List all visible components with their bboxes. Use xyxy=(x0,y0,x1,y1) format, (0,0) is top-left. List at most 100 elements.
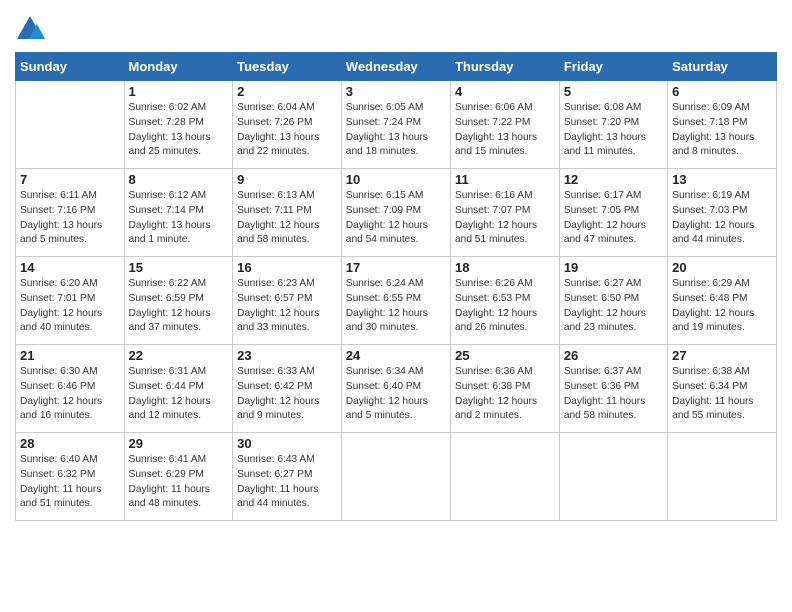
weekday-header-monday: Monday xyxy=(124,53,233,81)
weekday-header-row: SundayMondayTuesdayWednesdayThursdayFrid… xyxy=(16,53,777,81)
day-info: Sunrise: 6:23 AM Sunset: 6:57 PM Dayligh… xyxy=(237,277,337,336)
calendar-cell: 21Sunrise: 6:30 AM Sunset: 6:46 PM Dayli… xyxy=(16,345,125,433)
calendar-cell: 5Sunrise: 6:08 AM Sunset: 7:20 PM Daylig… xyxy=(559,81,667,169)
calendar-cell: 7Sunrise: 6:11 AM Sunset: 7:16 PM Daylig… xyxy=(16,169,125,257)
calendar-cell: 6 Sunrise: 6:09 AM Sunset: 7:18 PM Daylig… xyxy=(668,81,777,169)
calendar-cell: 24 Sunrise: 6:34 AM Sunset: 6:40 PM Dayli… xyxy=(341,345,450,433)
day-info: Sunrise: 6:26 AM Sunset: 6:53 PM Dayligh… xyxy=(455,277,555,336)
day-number: 22 xyxy=(129,348,229,363)
day-info: Sunrise: 6:30 AM Sunset: 6:46 PM Dayligh… xyxy=(20,365,120,424)
calendar-cell: 20 Sunrise: 6:29 AM Sunset: 6:48 PM Dayli… xyxy=(668,257,777,345)
day-number: 12 xyxy=(564,172,663,187)
day-info: Sunrise: 6:22 AM Sunset: 6:59 PM Dayligh… xyxy=(129,277,229,336)
day-info: Sunrise: 6:09 AM Sunset: 7:18 PM Dayligh… xyxy=(672,101,772,160)
day-number: 18 xyxy=(455,260,555,275)
day-info: Sunrise: 6:16 AM Sunset: 7:07 PM Dayligh… xyxy=(455,189,555,248)
day-info: Sunrise: 6:11 AM Sunset: 7:16 PM Dayligh… xyxy=(20,189,120,248)
calendar-cell: 26 Sunrise: 6:37 AM Sunset: 6:36 PM Dayli… xyxy=(559,345,667,433)
calendar-cell: 1 Sunrise: 6:02 AM Sunset: 7:28 PM Daylig… xyxy=(124,81,233,169)
day-number: 8 xyxy=(129,172,229,187)
day-number: 1 xyxy=(129,84,229,99)
calendar-cell xyxy=(450,433,559,521)
day-number: 19 xyxy=(564,260,663,275)
calendar-cell: 3 Sunrise: 6:05 AM Sunset: 7:24 PM Daylig… xyxy=(341,81,450,169)
day-info: Sunrise: 6:17 AM Sunset: 7:05 PM Dayligh… xyxy=(564,189,663,248)
calendar-cell xyxy=(16,81,125,169)
day-number: 26 xyxy=(564,348,663,363)
day-number: 4 xyxy=(455,84,555,99)
calendar-cell: 9 Sunrise: 6:13 AM Sunset: 7:11 PM Daylig… xyxy=(233,169,342,257)
calendar-week-row: 7Sunrise: 6:11 AM Sunset: 7:16 PM Daylig… xyxy=(16,169,777,257)
logo-icon xyxy=(15,14,45,44)
day-info: Sunrise: 6:12 AM Sunset: 7:14 PM Dayligh… xyxy=(129,189,229,248)
day-info: Sunrise: 6:33 AM Sunset: 6:42 PM Dayligh… xyxy=(237,365,337,424)
day-number: 14 xyxy=(20,260,120,275)
calendar-table: SundayMondayTuesdayWednesdayThursdayFrid… xyxy=(15,52,777,521)
day-info: Sunrise: 6:20 AM Sunset: 7:01 PM Dayligh… xyxy=(20,277,120,336)
calendar-cell: 12 Sunrise: 6:17 AM Sunset: 7:05 PM Dayli… xyxy=(559,169,667,257)
day-number: 9 xyxy=(237,172,337,187)
day-info: Sunrise: 6:34 AM Sunset: 6:40 PM Dayligh… xyxy=(346,365,446,424)
calendar-cell xyxy=(559,433,667,521)
calendar-cell: 10 Sunrise: 6:15 AM Sunset: 7:09 PM Dayli… xyxy=(341,169,450,257)
day-info: Sunrise: 6:15 AM Sunset: 7:09 PM Dayligh… xyxy=(346,189,446,248)
calendar-cell: 15Sunrise: 6:22 AM Sunset: 6:59 PM Dayli… xyxy=(124,257,233,345)
calendar-cell xyxy=(668,433,777,521)
day-number: 6 xyxy=(672,84,772,99)
day-info: Sunrise: 6:36 AM Sunset: 6:38 PM Dayligh… xyxy=(455,365,555,424)
day-number: 10 xyxy=(346,172,446,187)
day-number: 17 xyxy=(346,260,446,275)
logo xyxy=(15,14,49,44)
weekday-header-sunday: Sunday xyxy=(16,53,125,81)
calendar-week-row: 21Sunrise: 6:30 AM Sunset: 6:46 PM Dayli… xyxy=(16,345,777,433)
day-info: Sunrise: 6:27 AM Sunset: 6:50 PM Dayligh… xyxy=(564,277,663,336)
day-number: 24 xyxy=(346,348,446,363)
day-info: Sunrise: 6:29 AM Sunset: 6:48 PM Dayligh… xyxy=(672,277,772,336)
calendar-cell: 18 Sunrise: 6:26 AM Sunset: 6:53 PM Dayli… xyxy=(450,257,559,345)
calendar-cell: 30 Sunrise: 6:43 AM Sunset: 6:27 PM Dayli… xyxy=(233,433,342,521)
day-info: Sunrise: 6:31 AM Sunset: 6:44 PM Dayligh… xyxy=(129,365,229,424)
day-number: 13 xyxy=(672,172,772,187)
day-number: 23 xyxy=(237,348,337,363)
day-number: 2 xyxy=(237,84,337,99)
day-info: Sunrise: 6:05 AM Sunset: 7:24 PM Dayligh… xyxy=(346,101,446,160)
calendar-cell: 17 Sunrise: 6:24 AM Sunset: 6:55 PM Dayli… xyxy=(341,257,450,345)
day-number: 16 xyxy=(237,260,337,275)
calendar-cell: 29 Sunrise: 6:41 AM Sunset: 6:29 PM Dayli… xyxy=(124,433,233,521)
day-number: 25 xyxy=(455,348,555,363)
weekday-header-saturday: Saturday xyxy=(668,53,777,81)
calendar-week-row: 1 Sunrise: 6:02 AM Sunset: 7:28 PM Daylig… xyxy=(16,81,777,169)
calendar-cell: 16 Sunrise: 6:23 AM Sunset: 6:57 PM Dayli… xyxy=(233,257,342,345)
day-info: Sunrise: 6:37 AM Sunset: 6:36 PM Dayligh… xyxy=(564,365,663,424)
calendar-cell: 22 Sunrise: 6:31 AM Sunset: 6:44 PM Dayli… xyxy=(124,345,233,433)
calendar-week-row: 14 Sunrise: 6:20 AM Sunset: 7:01 PM Dayli… xyxy=(16,257,777,345)
weekday-header-thursday: Thursday xyxy=(450,53,559,81)
day-number: 11 xyxy=(455,172,555,187)
day-info: Sunrise: 6:02 AM Sunset: 7:28 PM Dayligh… xyxy=(129,101,229,160)
day-info: Sunrise: 6:38 AM Sunset: 6:34 PM Dayligh… xyxy=(672,365,772,424)
day-number: 20 xyxy=(672,260,772,275)
calendar-week-row: 28 Sunrise: 6:40 AM Sunset: 6:32 PM Dayli… xyxy=(16,433,777,521)
calendar-cell: 11 Sunrise: 6:16 AM Sunset: 7:07 PM Dayli… xyxy=(450,169,559,257)
weekday-header-tuesday: Tuesday xyxy=(233,53,342,81)
day-info: Sunrise: 6:24 AM Sunset: 6:55 PM Dayligh… xyxy=(346,277,446,336)
day-number: 3 xyxy=(346,84,446,99)
day-info: Sunrise: 6:19 AM Sunset: 7:03 PM Dayligh… xyxy=(672,189,772,248)
day-info: Sunrise: 6:08 AM Sunset: 7:20 PM Dayligh… xyxy=(564,101,663,160)
day-info: Sunrise: 6:41 AM Sunset: 6:29 PM Dayligh… xyxy=(129,453,229,512)
calendar-cell xyxy=(341,433,450,521)
day-number: 30 xyxy=(237,436,337,451)
day-number: 28 xyxy=(20,436,120,451)
day-info: Sunrise: 6:43 AM Sunset: 6:27 PM Dayligh… xyxy=(237,453,337,512)
calendar-cell: 14 Sunrise: 6:20 AM Sunset: 7:01 PM Dayli… xyxy=(16,257,125,345)
calendar-cell: 8 Sunrise: 6:12 AM Sunset: 7:14 PM Daylig… xyxy=(124,169,233,257)
day-number: 29 xyxy=(129,436,229,451)
day-info: Sunrise: 6:40 AM Sunset: 6:32 PM Dayligh… xyxy=(20,453,120,512)
calendar-cell: 23 Sunrise: 6:33 AM Sunset: 6:42 PM Dayli… xyxy=(233,345,342,433)
day-info: Sunrise: 6:13 AM Sunset: 7:11 PM Dayligh… xyxy=(237,189,337,248)
calendar-cell: 25 Sunrise: 6:36 AM Sunset: 6:38 PM Dayli… xyxy=(450,345,559,433)
calendar-cell: 2Sunrise: 6:04 AM Sunset: 7:26 PM Daylig… xyxy=(233,81,342,169)
calendar-cell: 13 Sunrise: 6:19 AM Sunset: 7:03 PM Dayli… xyxy=(668,169,777,257)
weekday-header-friday: Friday xyxy=(559,53,667,81)
header xyxy=(15,10,777,44)
